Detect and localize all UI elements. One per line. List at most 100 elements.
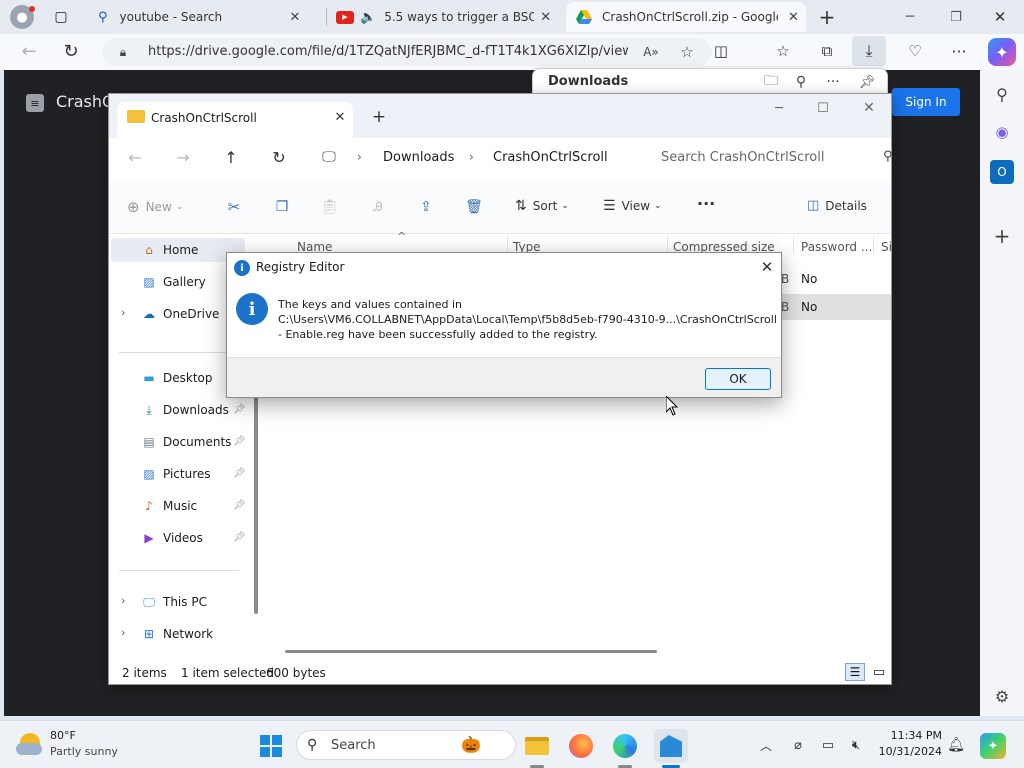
rename-icon[interactable]: Ꭿ [367, 196, 389, 218]
search-icon[interactable]: ⚲ [791, 72, 811, 92]
read-aloud-icon[interactable]: A» [640, 41, 662, 63]
display-icon[interactable]: ▭ [818, 735, 838, 755]
close-tab-icon[interactable]: ✕ [290, 10, 301, 25]
copilot-taskbar-icon[interactable]: ✦ [980, 733, 1006, 759]
new-tab-button[interactable]: + [814, 4, 840, 30]
copilot-sidebar-icon[interactable]: ◉ [990, 120, 1014, 144]
nav-item-documents[interactable]: ▤ Documents [141, 430, 231, 454]
expand-chevron-icon[interactable]: › [121, 594, 125, 607]
network-disconnected-icon[interactable]: ⌀ [788, 735, 808, 755]
close-window-button[interactable]: ✕ [986, 4, 1014, 30]
expand-chevron-icon[interactable]: › [121, 626, 125, 639]
close-tab-icon[interactable]: ✕ [788, 10, 799, 25]
nav-item-network[interactable]: ⊞ Network [141, 622, 213, 646]
notification-bell-icon[interactable]: 🔔︎ [946, 735, 966, 755]
column-password[interactable]: Password ... [801, 240, 872, 254]
nav-item-music[interactable]: ♪ Music [141, 494, 197, 518]
open-folder-icon[interactable]: 🗀 [761, 72, 781, 92]
restore-button[interactable]: ❐ [942, 4, 970, 30]
cut-icon[interactable]: ✂ [223, 196, 245, 218]
breadcrumb[interactable]: 🖵 › Downloads › CrashOnCtrlScroll [309, 142, 635, 172]
weather-desc[interactable]: Partly sunny [50, 745, 118, 758]
settings-gear-icon[interactable]: ⚙ [990, 684, 1014, 708]
outlook-icon[interactable]: O [990, 160, 1014, 184]
weather-icon[interactable] [16, 731, 44, 759]
tiles-view-icon[interactable]: ▭ [869, 663, 889, 681]
paste-icon[interactable]: 📋︎ [319, 196, 341, 218]
pin-icon[interactable]: 📌︎ [857, 72, 877, 92]
downloads-icon[interactable]: ⤓ [852, 36, 886, 66]
close-tab-icon[interactable]: ✕ [331, 108, 349, 126]
tab-youtube-search[interactable]: ⚲ youtube - Search ✕ [88, 4, 324, 30]
speaker-icon[interactable]: 🔈 [360, 10, 376, 25]
browser-essentials-icon[interactable]: ♡ [902, 38, 928, 64]
lock-icon[interactable]: 🔒︎ [114, 43, 132, 61]
close-tab-icon[interactable]: ✕ [540, 10, 551, 25]
column-size[interactable]: Si [881, 240, 892, 254]
firefox-icon[interactable] [564, 729, 598, 763]
nav-item-pictures[interactable]: ▨ Pictures [141, 462, 210, 486]
details-view-icon[interactable]: ☰ [845, 663, 865, 681]
minimize-button[interactable]: ─ [765, 98, 793, 118]
nav-item-gallery[interactable]: ▨ Gallery [141, 270, 205, 294]
pin-icon[interactable]: 📌︎ [233, 532, 246, 543]
nav-item-onedrive[interactable]: ☁ OneDrive [141, 302, 219, 326]
clock-date[interactable]: 10/31/2024 [870, 745, 942, 758]
windows-start-icon[interactable] [254, 729, 288, 763]
add-sidebar-app-icon[interactable]: + [990, 224, 1014, 248]
up-arrow-icon[interactable]: ↑ [219, 146, 243, 168]
nav-item-videos[interactable]: ▶ Videos [141, 526, 203, 550]
horizontal-scrollbar[interactable] [285, 650, 657, 653]
back-arrow-icon[interactable]: ← [123, 146, 147, 168]
close-dialog-button[interactable]: ✕ [757, 257, 777, 277]
sort-button[interactable]: ⇅ Sort ⌄ [515, 198, 569, 214]
clock-time[interactable]: 11:34 PM [878, 729, 942, 742]
chevron-up-icon[interactable]: ︿ [756, 735, 776, 755]
pin-icon[interactable]: 📌︎ [233, 404, 246, 415]
url-text[interactable]: https://drive.google.com/file/d/1TZQatNJ… [148, 44, 628, 59]
new-tab-button[interactable]: + [367, 106, 391, 128]
favorites-icon[interactable]: ☆ [770, 38, 796, 64]
more-options-icon[interactable]: ··· [823, 72, 843, 92]
refresh-icon[interactable]: ↻ [267, 146, 291, 168]
search-icon[interactable]: ⚲ [883, 149, 893, 164]
tab-bsod-video[interactable]: ▶ 🔈 5.5 ways to trigger a BSOD ✕ [330, 4, 564, 30]
details-button[interactable]: ◫ Details [807, 198, 867, 213]
forward-arrow-icon[interactable]: → [171, 146, 195, 168]
sign-in-button[interactable]: Sign In [892, 88, 960, 116]
tab-actions-icon[interactable]: ▢ [50, 6, 72, 28]
expand-chevron-icon[interactable]: › [121, 306, 125, 319]
copilot-icon[interactable]: ✦ [988, 38, 1016, 66]
volume-muted-icon[interactable]: 🔇︎ [846, 735, 866, 755]
minimize-button[interactable]: ─ [896, 4, 924, 30]
pin-icon[interactable]: 📌︎ [233, 436, 246, 447]
search-box[interactable]: Search CrashOnCtrlScroll ⚲ [643, 142, 893, 172]
copy-icon[interactable]: ❐ [271, 196, 293, 218]
more-options-icon[interactable]: ··· [697, 194, 715, 213]
nav-item-this-pc[interactable]: 🖵 This PC [141, 590, 207, 614]
delete-icon[interactable]: 🗑︎ [463, 196, 485, 218]
tab-google-drive[interactable]: CrashOnCtrlScroll.zip - Google D ✕ [566, 2, 806, 32]
search-icon[interactable]: ⚲ [990, 82, 1014, 106]
weather-temp[interactable]: 80°F [50, 729, 76, 742]
explorer-tab[interactable]: CrashOnCtrlScroll ✕ [117, 102, 353, 138]
new-button[interactable]: ⊕ New ⌄ [127, 198, 183, 216]
more-menu-icon[interactable]: ··· [946, 38, 972, 64]
close-window-button[interactable]: ✕ [855, 98, 883, 118]
breadcrumb-downloads[interactable]: Downloads [383, 150, 454, 165]
view-button[interactable]: ☰ View ⌄ [603, 198, 662, 214]
ok-button[interactable]: OK [705, 368, 771, 390]
back-arrow-icon[interactable]: ← [16, 38, 42, 64]
add-favorite-icon[interactable]: ☆ [676, 41, 698, 63]
maximize-button[interactable]: ☐ [809, 98, 837, 118]
address-bar[interactable]: 🔒︎ https://drive.google.com/file/d/1TZQa… [102, 38, 712, 66]
file-explorer-icon[interactable] [520, 729, 554, 763]
nav-item-home[interactable]: ⌂ Home [111, 238, 245, 262]
breadcrumb-current[interactable]: CrashOnCtrlScroll [493, 150, 608, 165]
pin-icon[interactable]: 📌︎ [233, 500, 246, 511]
refresh-icon[interactable]: ↻ [58, 38, 84, 64]
pin-icon[interactable]: 📌︎ [233, 468, 246, 479]
share-icon[interactable]: ⇪ [415, 196, 437, 218]
registry-editor-icon[interactable] [654, 729, 688, 763]
taskbar-search[interactable]: ⚲ Search 🎃 [296, 730, 516, 760]
